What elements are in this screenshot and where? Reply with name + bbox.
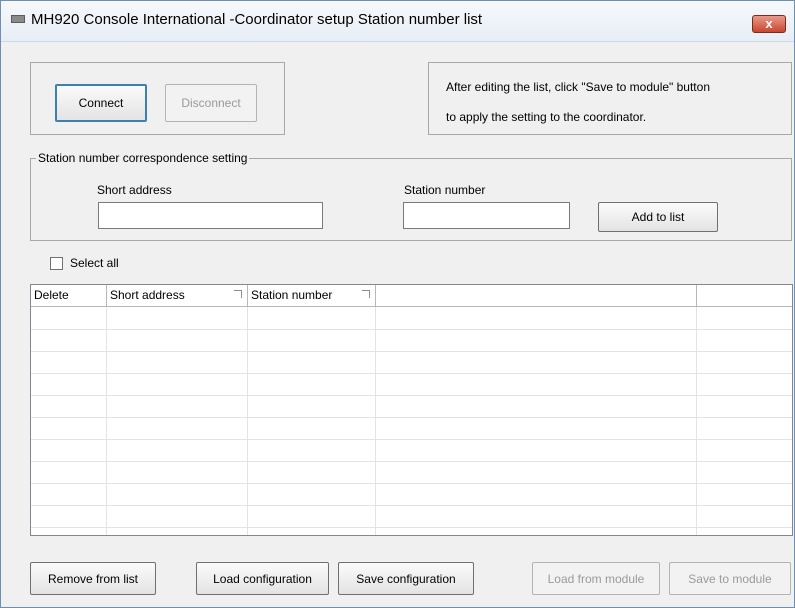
info-text-line1: After editing the list, click "Save to m… xyxy=(446,80,710,94)
window-title: MH920 Console International -Coordinator… xyxy=(31,11,483,28)
close-button[interactable]: x xyxy=(752,15,786,33)
info-box xyxy=(428,62,792,135)
remove-from-list-button[interactable]: Remove from list xyxy=(30,562,156,595)
station-number-input[interactable] xyxy=(403,202,570,229)
column-divider xyxy=(696,307,697,535)
station-list-table[interactable]: Delete Short address Station number xyxy=(30,284,793,536)
info-text-line2: to apply the setting to the coordinator. xyxy=(446,110,647,124)
column-header-delete[interactable]: Delete xyxy=(31,285,107,306)
load-from-module-button[interactable]: Load from module xyxy=(532,562,660,595)
row-divider xyxy=(31,439,792,440)
app-icon xyxy=(11,15,25,23)
column-divider xyxy=(375,307,376,535)
row-divider xyxy=(31,395,792,396)
column-header-station-number[interactable]: Station number xyxy=(248,285,376,306)
column-header-short-address[interactable]: Short address xyxy=(107,285,248,306)
select-all-checkbox[interactable] xyxy=(50,257,63,270)
disconnect-button[interactable]: Disconnect xyxy=(165,84,257,122)
column-header-filler xyxy=(697,285,792,306)
row-divider xyxy=(31,329,792,330)
sort-icon xyxy=(234,290,242,298)
column-divider xyxy=(247,307,248,535)
short-address-label: Short address xyxy=(97,183,172,197)
row-divider xyxy=(31,483,792,484)
row-divider xyxy=(31,373,792,374)
add-to-list-button[interactable]: Add to list xyxy=(598,202,718,232)
row-divider xyxy=(31,505,792,506)
row-divider xyxy=(31,417,792,418)
connect-button[interactable]: Connect xyxy=(55,84,147,122)
row-divider xyxy=(31,351,792,352)
table-header: Delete Short address Station number xyxy=(31,285,792,307)
station-number-label: Station number xyxy=(404,183,486,197)
save-to-module-button[interactable]: Save to module xyxy=(669,562,791,595)
short-address-input[interactable] xyxy=(98,202,323,229)
close-icon: x xyxy=(765,16,773,31)
dialog-window: MH920 Console International -Coordinator… xyxy=(0,0,795,608)
sort-icon xyxy=(362,290,370,298)
row-divider xyxy=(31,461,792,462)
load-configuration-button[interactable]: Load configuration xyxy=(196,562,329,595)
column-divider xyxy=(106,307,107,535)
title-bar[interactable]: MH920 Console International -Coordinator… xyxy=(1,1,794,42)
select-all-label[interactable]: Select all xyxy=(70,256,119,270)
column-header-blank[interactable] xyxy=(376,285,697,306)
row-divider xyxy=(31,527,792,528)
save-configuration-button[interactable]: Save configuration xyxy=(338,562,474,595)
station-setting-legend: Station number correspondence setting xyxy=(36,151,250,165)
